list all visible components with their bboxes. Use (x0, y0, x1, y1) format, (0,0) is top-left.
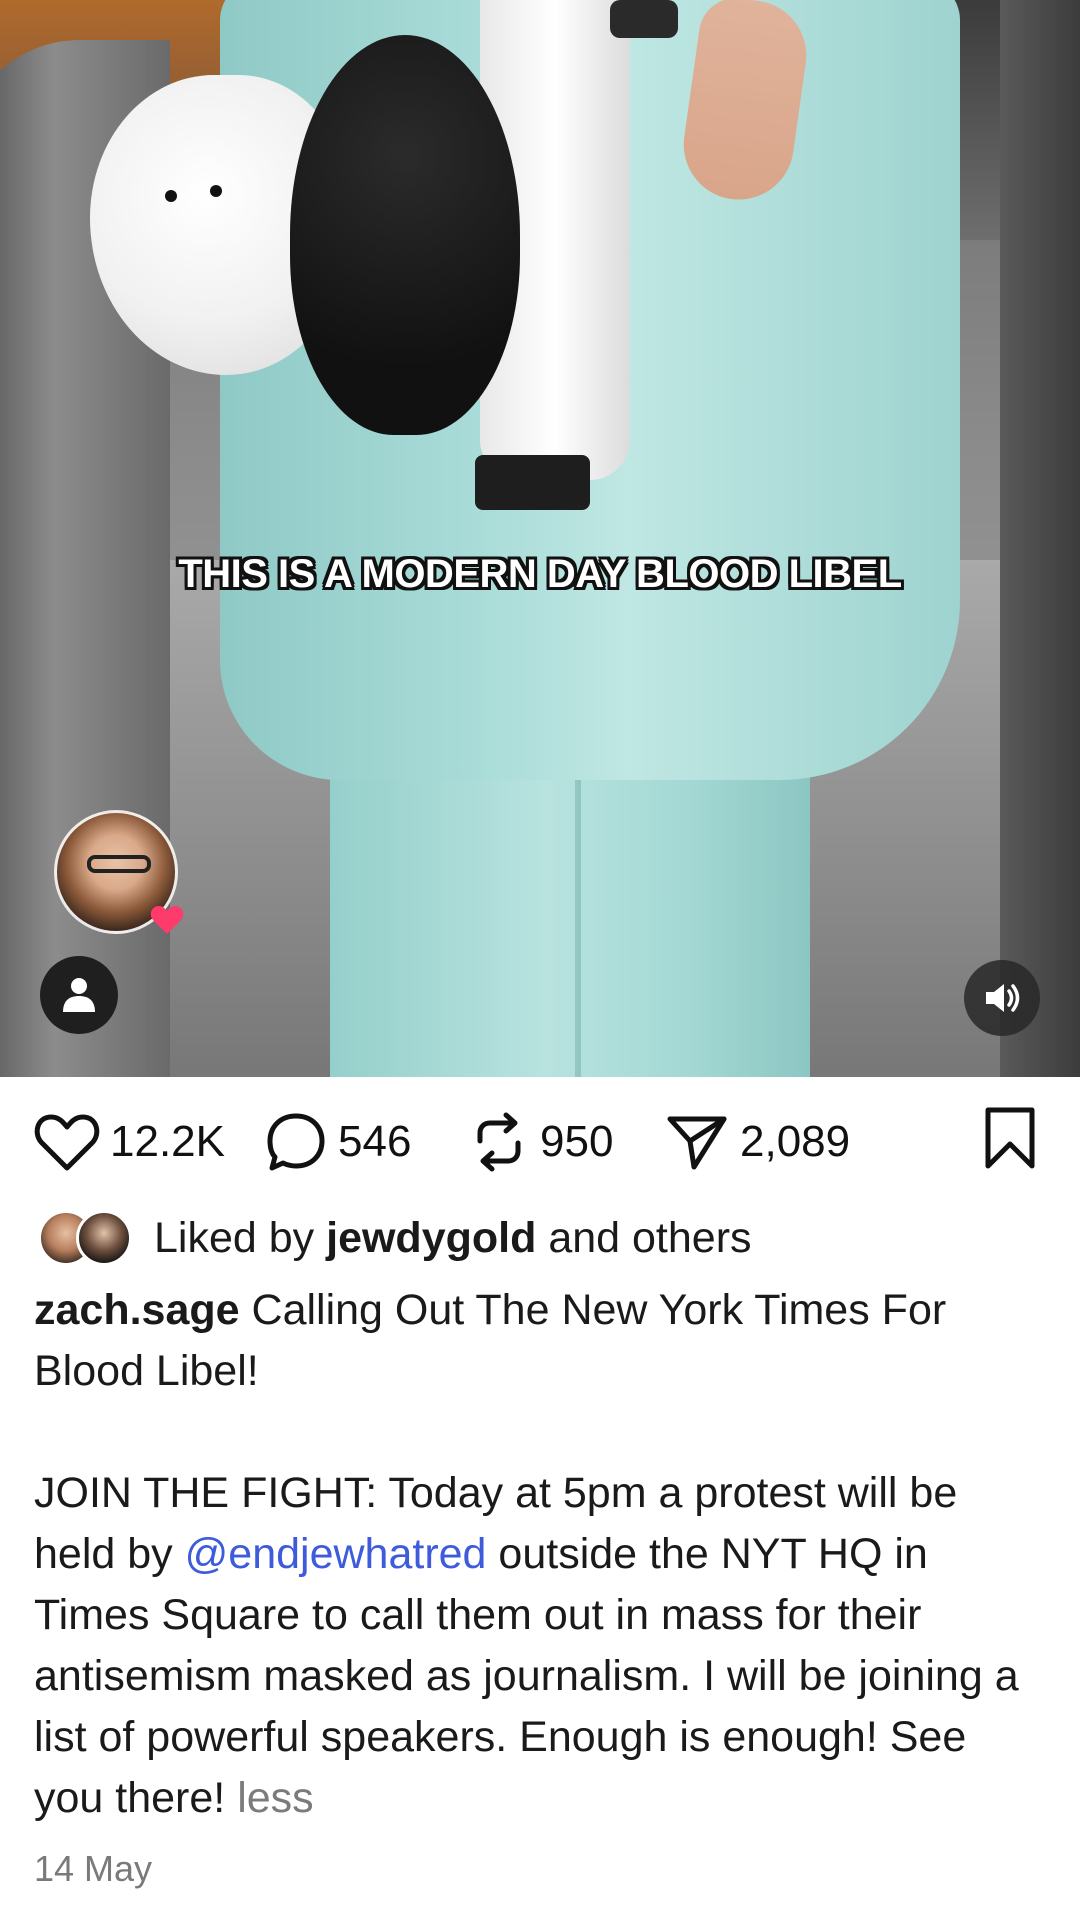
post-caption: zach.sage Calling Out The New York Times… (34, 1280, 1044, 1829)
person-icon (63, 978, 95, 1012)
video-subject-belt (475, 455, 590, 510)
repost-count: 950 (540, 1117, 614, 1166)
less-button[interactable]: less (237, 1774, 313, 1822)
action-bar: 12.2K 546 950 2,089 (0, 1100, 1080, 1184)
liked-by-suffix: and others (548, 1213, 752, 1262)
like-count: 12.2K (110, 1117, 225, 1166)
send-icon (667, 1116, 727, 1170)
video-player[interactable]: THIS IS A MODERN DAY BLOOD LIBEL (0, 0, 1080, 1077)
heart-badge-icon (150, 906, 184, 934)
comment-count: 546 (338, 1117, 412, 1166)
share-count: 2,089 (740, 1117, 851, 1166)
comment-button[interactable]: 546 (264, 1100, 411, 1184)
volume-icon (986, 984, 1020, 1012)
post-date: 14 May (34, 1848, 153, 1889)
liked-by-user[interactable]: jewdygold (326, 1214, 536, 1262)
caption-text-after-mention: outside the NYT HQ in Times Square to ca… (34, 1530, 1031, 1822)
share-button[interactable]: 2,089 (664, 1100, 850, 1184)
profile-button[interactable] (40, 956, 118, 1034)
lapel-mic (610, 0, 678, 38)
comment-icon (267, 1113, 325, 1171)
repost-button[interactable]: 950 (468, 1100, 613, 1184)
liked-by-text: Liked by jewdygold and others (154, 1214, 752, 1263)
repost-icon (477, 1112, 521, 1172)
avatar (76, 1210, 132, 1266)
glasses-shape (87, 855, 151, 873)
black-dog (290, 35, 520, 435)
background-pillar-right (1000, 0, 1080, 1077)
liked-by-row[interactable]: Liked by jewdygold and others (38, 1208, 752, 1268)
mention-link[interactable]: @endjewhatred (185, 1530, 487, 1578)
liked-by-prefix: Liked by (154, 1213, 315, 1262)
volume-button[interactable] (964, 960, 1040, 1036)
like-button[interactable]: 12.2K (34, 1100, 225, 1184)
heart-icon (34, 1114, 100, 1171)
video-caption: THIS IS A MODERN DAY BLOOD LIBEL (178, 552, 902, 596)
post-username[interactable]: zach.sage (34, 1286, 240, 1334)
bookmark-icon[interactable] (982, 1106, 1038, 1170)
liked-by-avatars (38, 1210, 138, 1266)
